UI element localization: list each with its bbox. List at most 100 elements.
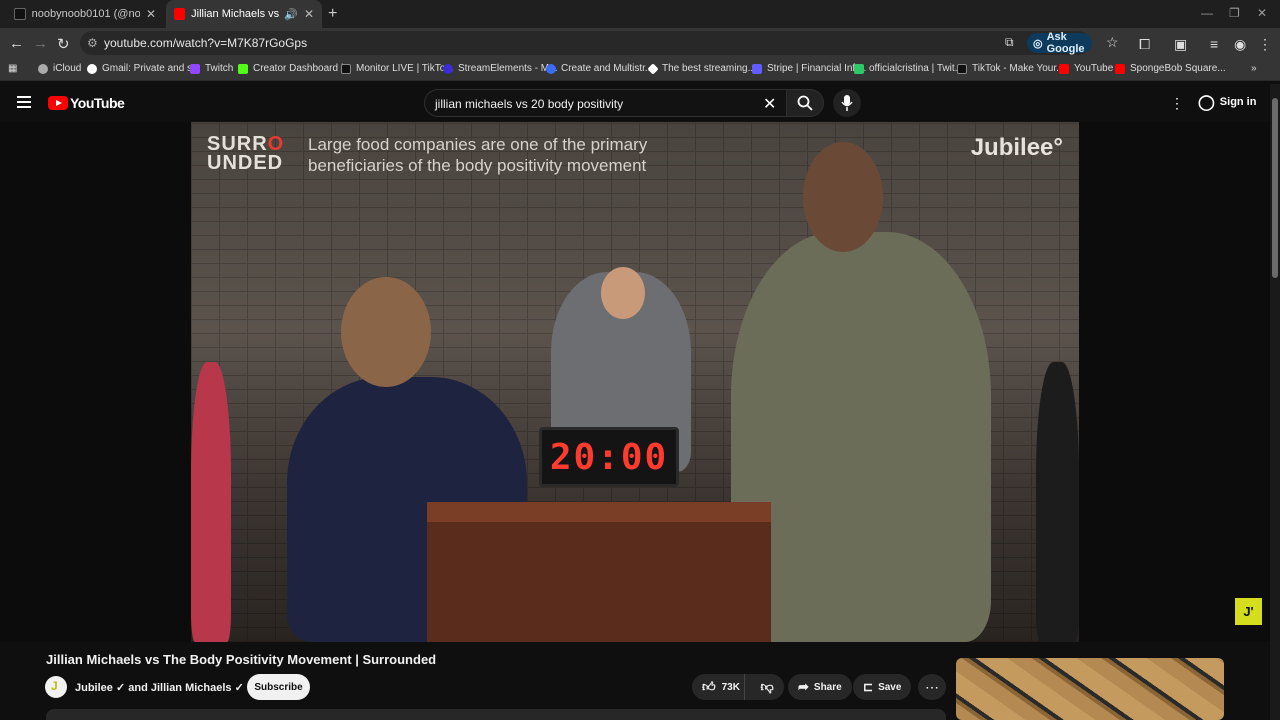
install-app-icon[interactable]: ⧉ — [1005, 35, 1014, 50]
url-text[interactable]: youtube.com/watch?v=M7K87rGoGps — [104, 36, 307, 50]
bookmark-label: Monitor LIVE | TikTo... — [356, 63, 454, 74]
channel-name[interactable]: Jubilee ✓ and Jillian Michaels ✓ — [75, 681, 244, 694]
bookmark-twitch[interactable]: Twitch — [190, 63, 233, 74]
twitch-icon — [190, 63, 200, 74]
hamburger-menu-icon[interactable] — [17, 96, 31, 108]
challenger-head — [803, 142, 883, 252]
browser-toolbar: ← → ↻ ⚙ youtube.com/watch?v=M7K87rGoGps … — [0, 28, 1280, 59]
bookmark-label: Stripe | Financial Infr... — [767, 63, 867, 74]
share-button[interactable]: ➦ Share — [788, 674, 852, 700]
menu-icon[interactable]: ⋮ — [1258, 36, 1272, 53]
apps-icon[interactable]: ▦ — [8, 63, 17, 74]
profile-icon[interactable]: ◉ — [1234, 36, 1246, 53]
page-scrollbar[interactable] — [1270, 84, 1280, 720]
dislike-button[interactable]: 👎︎ — [750, 679, 784, 695]
tiktok-icon — [341, 63, 351, 74]
search-icon — [797, 95, 813, 111]
bookmark-creator-dashboard[interactable]: Creator Dashboard |... — [238, 63, 352, 74]
jubilee-watermark: Jubilee° — [970, 134, 1063, 161]
search-input[interactable]: jillian michaels vs 20 body positivity ✕ — [424, 89, 786, 117]
bookmark-star-icon[interactable]: ☆ — [1106, 34, 1119, 51]
like-button[interactable]: 👍︎ 73K — [692, 674, 746, 700]
bookmark-tiktok-monitor[interactable]: Monitor LIVE | TikTo... — [341, 63, 454, 74]
more-icon: ⋯ — [925, 678, 939, 695]
bookmarks-bar: ▦ iCloud Gmail: Private and s... Twitch … — [0, 59, 1280, 81]
bookmark-spongebob[interactable]: SpongeBob Square... — [1115, 63, 1226, 74]
video-player[interactable]: 20:00 SURRO UNDED Large food companies a… — [191, 122, 1079, 642]
bookmark-streamelements[interactable]: StreamElements - M... — [443, 63, 557, 74]
tab-youtube-video[interactable]: Jillian Michaels vs The Body 🔊 ✕ — [166, 0, 322, 28]
tab-title: noobynoob0101 (@noobynoob — [31, 8, 140, 20]
channel-avatar[interactable] — [45, 676, 67, 698]
media-icon[interactable]: ≡ — [1210, 36, 1218, 52]
jubilee-corner-badge[interactable]: J' — [1235, 598, 1262, 625]
bookmark-restream[interactable]: Create and Multistr... — [546, 63, 653, 74]
bookmark-label: TikTok - Make Your... — [972, 63, 1065, 74]
close-icon[interactable]: ✕ — [304, 7, 314, 21]
kick-icon — [238, 63, 248, 74]
thumbs-down-icon: 👎︎ — [760, 679, 774, 694]
scroll-thumb[interactable] — [1272, 98, 1278, 278]
tab-tiktok[interactable]: noobynoob0101 (@noobynoob ✕ — [6, 0, 164, 28]
address-bar[interactable]: ⚙ youtube.com/watch?v=M7K87rGoGps ⧉ ◎ As… — [80, 31, 1119, 55]
bookmark-icon: ⊏ — [863, 680, 874, 694]
tiktok-icon — [14, 8, 26, 20]
more-bookmarks-icon[interactable]: » — [1251, 63, 1257, 74]
forward-icon[interactable]: → — [33, 35, 48, 52]
account-icon: ◯ — [1198, 94, 1215, 111]
bookmark-tiktok[interactable]: TikTok - Make Your... — [957, 63, 1064, 74]
microphone-icon — [841, 95, 853, 111]
clear-search-icon[interactable]: ✕ — [763, 94, 776, 114]
youtube-logo[interactable]: YouTube — [48, 95, 125, 111]
bookmark-officialcristina[interactable]: officialcristina | Twit... — [854, 63, 963, 74]
search-query-text[interactable]: jillian michaels vs 20 body positivity — [435, 97, 623, 111]
search-button[interactable] — [786, 89, 824, 117]
caption-line-2: beneficiaries of the body positivity mov… — [308, 156, 647, 175]
restore-icon[interactable]: ❐ — [1229, 6, 1240, 20]
description-box[interactable] — [46, 709, 946, 720]
sidepanel-icon[interactable]: ▣ — [1174, 36, 1187, 53]
youtube-header: YouTube jillian michaels vs 20 body posi… — [0, 84, 1270, 122]
bookmark-label: Gmail: Private and s... — [102, 63, 201, 74]
like-dislike-group: 👍︎ 73K 👎︎ — [692, 674, 784, 700]
audience-right — [1036, 362, 1079, 642]
bookmark-youtube[interactable]: YouTube — [1059, 63, 1113, 74]
bookmark-label: Create and Multistr... — [561, 63, 654, 74]
ask-google-button[interactable]: ◎ Ask Google — [1027, 31, 1093, 55]
bookmark-icloud[interactable]: iCloud — [38, 63, 81, 74]
close-window-icon[interactable]: ✕ — [1257, 6, 1267, 20]
recommended-video-thumbnail[interactable] — [956, 658, 1224, 720]
new-tab-button[interactable]: + — [328, 5, 337, 23]
bookmark-label: iCloud — [53, 63, 82, 74]
streamelements-icon — [443, 63, 453, 74]
audience-left — [191, 362, 231, 642]
more-actions-button[interactable]: ⋯ — [918, 674, 946, 700]
moderator-head — [601, 267, 645, 319]
browser-tab-bar: noobynoob0101 (@noobynoob ✕ Jillian Mich… — [0, 0, 1280, 28]
sign-in-label: Sign in — [1219, 96, 1257, 108]
site-info-icon[interactable]: ⚙ — [87, 36, 98, 50]
minimize-icon[interactable]: — — [1201, 6, 1213, 20]
sign-in-button[interactable]: ◯ Sign in — [1198, 93, 1256, 111]
video-title: Jillian Michaels vs The Body Positivity … — [46, 652, 437, 667]
subscribe-button[interactable]: Subscribe — [247, 674, 310, 700]
back-icon[interactable]: ← — [9, 35, 24, 52]
voice-search-button[interactable] — [833, 89, 861, 117]
youtube-wordmark: YouTube — [70, 95, 125, 111]
speaker-icon[interactable]: 🔊 — [284, 8, 298, 21]
bookmark-gmail[interactable]: Gmail: Private and s... — [87, 63, 200, 74]
save-button[interactable]: ⊏ Save — [853, 674, 912, 700]
lens-icon: ◎ — [1033, 37, 1043, 50]
close-icon[interactable]: ✕ — [146, 7, 156, 21]
extensions-icon[interactable]: ⧠ — [1139, 36, 1150, 53]
reload-icon[interactable]: ↻ — [57, 35, 70, 53]
bookmark-streaming[interactable]: The best streaming... — [647, 62, 756, 75]
caption-line-1: Large food companies are one of the prim… — [308, 135, 648, 154]
bookmark-stripe[interactable]: Stripe | Financial Infr... — [752, 63, 866, 74]
diamond-icon — [647, 62, 659, 75]
settings-kebab-icon[interactable]: ⋮ — [1170, 95, 1184, 112]
apple-icon — [38, 63, 48, 74]
save-label: Save — [878, 681, 902, 693]
stripe-icon — [752, 63, 762, 74]
bookmark-label: The best streaming... — [662, 63, 756, 74]
